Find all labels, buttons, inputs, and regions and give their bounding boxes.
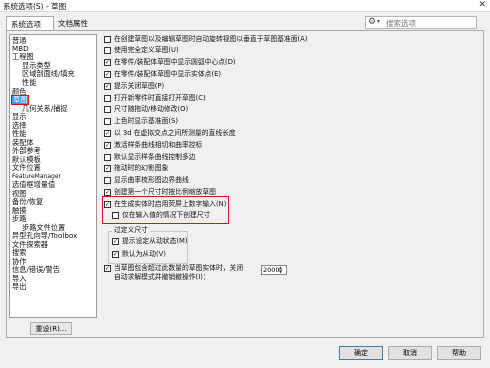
checkbox[interactable]	[104, 177, 111, 184]
checkbox[interactable]	[104, 201, 111, 208]
nav-item-search[interactable]: 搜索	[12, 249, 26, 257]
title-bar: 系统选项(S) - 草图 ✕	[0, 0, 490, 12]
checkbox[interactable]	[104, 130, 111, 137]
checkbox[interactable]	[104, 189, 111, 196]
overdefine-group-title: 过定义尺寸	[112, 226, 150, 235]
checkbox[interactable]	[104, 106, 111, 113]
nav-item-routing[interactable]: 步路	[12, 215, 26, 223]
checkbox[interactable]	[112, 251, 119, 258]
nav-item-relations-snaps[interactable]: 几何关系/捕捉	[22, 105, 68, 113]
checkbox[interactable]	[104, 142, 111, 149]
threshold-spinner[interactable]: ▲ ▼	[261, 265, 287, 275]
checkbox[interactable]	[104, 265, 111, 272]
cancel-button[interactable]: 取消	[388, 346, 432, 360]
threshold-input[interactable]	[263, 266, 280, 274]
checkbox[interactable]	[104, 36, 111, 43]
nav-item-drawing-performance[interactable]: 性能	[22, 79, 36, 87]
search-box[interactable]: ⚙ ▾	[365, 16, 477, 29]
nav-item-display[interactable]: 显示	[12, 113, 26, 121]
checkbox[interactable]	[104, 47, 111, 54]
checkbox[interactable]	[112, 238, 119, 245]
reset-button[interactable]: 重设(R)...	[30, 322, 72, 335]
gear-icon[interactable]: ⚙	[368, 17, 376, 27]
category-tree[interactable]: 普通 MBD 工程图 显示类型 区域剖面线/填充 性能 颜色 草图 几何关系/捕…	[9, 34, 97, 318]
checkbox[interactable]	[104, 154, 111, 161]
nav-item-drawings[interactable]: 工程图	[12, 53, 34, 61]
nav-item-messages-errors-warnings[interactable]: 信息/错误/警告	[12, 266, 60, 274]
checkbox[interactable]	[104, 71, 111, 78]
nav-item-spin-box-increments[interactable]: 选值框增量值	[12, 181, 55, 189]
nav-item-external-references[interactable]: 外部参考	[12, 147, 41, 155]
window-title: 系统选项(S) - 草图	[3, 2, 67, 11]
checkbox[interactable]	[104, 59, 111, 66]
ok-button[interactable]: 确定	[339, 346, 383, 360]
tab-document-properties[interactable]: 文档属性(D)	[54, 16, 102, 38]
nav-item-export[interactable]: 导出	[12, 283, 26, 291]
spin-down-icon[interactable]: ▼	[279, 270, 285, 274]
search-input[interactable]	[386, 18, 474, 28]
nav-item-hole-wizard-toolbox[interactable]: 异型孔向导/Toolbox	[12, 232, 77, 240]
checkbox[interactable]	[104, 118, 111, 125]
nav-item-area-hatch[interactable]: 区域剖面线/填充	[22, 70, 75, 78]
tab-system-options[interactable]: 系统选项(S)	[6, 16, 54, 39]
nav-item-file-locations[interactable]: 文件位置	[12, 164, 41, 172]
close-icon[interactable]: ✕	[478, 0, 486, 10]
checkbox[interactable]	[104, 83, 111, 90]
help-button[interactable]: 帮助	[437, 346, 481, 360]
nav-item-backup-recover[interactable]: 备份/恢复	[12, 198, 43, 206]
chevron-down-icon[interactable]: ▾	[377, 18, 380, 25]
checkbox[interactable]	[112, 212, 119, 219]
overdefine-group	[108, 231, 188, 264]
checkbox[interactable]	[104, 165, 111, 172]
nav-item-sketch[interactable]: 草图	[10, 95, 30, 105]
checkbox[interactable]	[104, 95, 111, 102]
nav-item-performance[interactable]: 性能	[12, 130, 26, 138]
